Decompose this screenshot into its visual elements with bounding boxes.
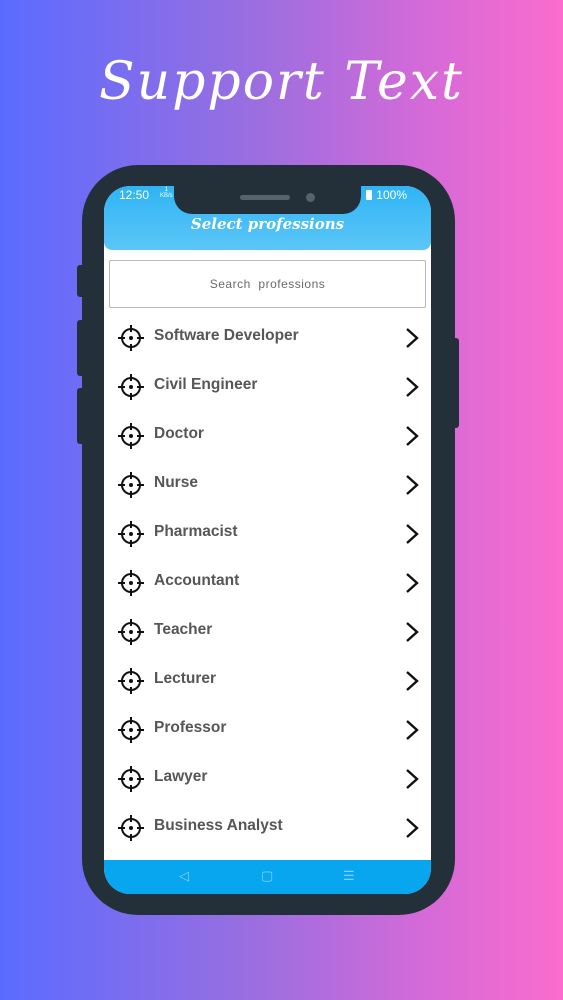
list-item-label: Civil Engineer <box>154 376 258 393</box>
list-item[interactable]: Doctor <box>104 411 431 460</box>
list-item[interactable]: Business Analyst <box>104 803 431 852</box>
chevron-right-icon[interactable] <box>405 817 419 839</box>
phone-speaker <box>240 195 290 200</box>
phone-screen: 12:50 1 KB/s 100% Select professions Sof… <box>104 186 431 894</box>
list-item-label: Professor <box>154 719 227 736</box>
crosshair-icon <box>118 325 144 351</box>
crosshair-icon <box>118 815 144 841</box>
list-item-label: Accountant <box>154 572 240 589</box>
battery-icon <box>366 190 373 200</box>
list-item-label: Pharmacist <box>154 523 238 540</box>
list-item[interactable]: Professor <box>104 705 431 754</box>
crosshair-icon <box>118 619 144 645</box>
status-net-unit: KB/s <box>160 193 173 199</box>
phone-camera <box>306 193 315 202</box>
list-item[interactable]: Teacher <box>104 607 431 656</box>
status-battery-level: 100% <box>376 188 407 202</box>
back-icon[interactable]: ◁ <box>179 868 189 884</box>
crosshair-icon <box>118 423 144 449</box>
list-item[interactable]: Pharmacist <box>104 509 431 558</box>
crosshair-icon <box>118 472 144 498</box>
crosshair-icon <box>118 521 144 547</box>
search-input[interactable] <box>109 260 426 308</box>
status-network-speed: 1 KB/s <box>160 187 173 199</box>
chevron-right-icon[interactable] <box>405 670 419 692</box>
list-item-label: Business Analyst <box>154 817 283 834</box>
chevron-right-icon[interactable] <box>405 621 419 643</box>
crosshair-icon <box>118 570 144 596</box>
chevron-right-icon[interactable] <box>405 376 419 398</box>
chevron-right-icon[interactable] <box>405 719 419 741</box>
chevron-right-icon[interactable] <box>405 425 419 447</box>
list-item[interactable]: Nurse <box>104 460 431 509</box>
chevron-right-icon[interactable] <box>405 474 419 496</box>
system-nav-bar: ◁ ▢ ☰ <box>104 860 431 894</box>
list-item-label: Nurse <box>154 474 198 491</box>
crosshair-icon <box>118 668 144 694</box>
page-title: Select professions <box>190 215 345 233</box>
profession-list: Software Developer Civil Engineer Doctor Nu… <box>104 313 431 852</box>
list-item[interactable]: Lecturer <box>104 656 431 705</box>
chevron-right-icon[interactable] <box>405 768 419 790</box>
list-item[interactable]: Software Developer <box>104 313 431 362</box>
list-item-label: Lecturer <box>154 670 217 687</box>
list-item[interactable]: Civil Engineer <box>104 362 431 411</box>
promo-headline: Support Text <box>99 52 464 112</box>
crosshair-icon <box>118 766 144 792</box>
chevron-right-icon[interactable] <box>405 327 419 349</box>
crosshair-icon <box>118 717 144 743</box>
list-item[interactable]: Lawyer <box>104 754 431 803</box>
list-item-label: Software Developer <box>154 327 299 344</box>
list-item-label: Doctor <box>154 425 204 442</box>
list-item-label: Lawyer <box>154 768 208 785</box>
chevron-right-icon[interactable] <box>405 572 419 594</box>
menu-icon[interactable]: ☰ <box>343 868 355 884</box>
status-battery: 100% <box>366 188 407 202</box>
crosshair-icon <box>118 374 144 400</box>
list-item-label: Teacher <box>154 621 213 638</box>
list-item[interactable]: Accountant <box>104 558 431 607</box>
home-icon[interactable]: ▢ <box>261 868 273 884</box>
status-time: 12:50 <box>119 188 150 202</box>
chevron-right-icon[interactable] <box>405 523 419 545</box>
